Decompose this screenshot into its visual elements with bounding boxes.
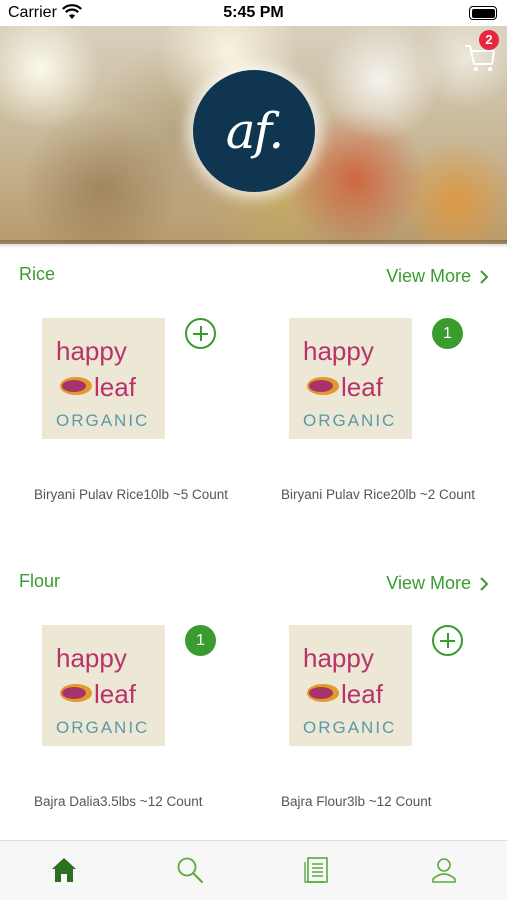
- brand-text: happy: [56, 643, 127, 673]
- brand-text: ORGANIC: [56, 411, 149, 430]
- tab-bar: [0, 840, 507, 900]
- product-image: happy leaf ORGANIC: [289, 625, 412, 746]
- product-image: happy leaf ORGANIC: [42, 625, 165, 746]
- product-name: Bajra Dalia3.5lbs ~12 Count: [34, 794, 203, 809]
- view-more-flour-button[interactable]: View More: [386, 573, 489, 594]
- brand-text: ORGANIC: [303, 718, 396, 737]
- product-card[interactable]: happy leaf ORGANIC Biryani Pulav Rice10l…: [34, 318, 234, 538]
- product-name: Biryani Pulav Rice10lb ~5 Count: [34, 487, 228, 502]
- home-icon[interactable]: [49, 855, 79, 885]
- logo-text: af.: [225, 102, 284, 160]
- view-more-label: View More: [386, 266, 471, 286]
- section-title-rice: Rice: [19, 264, 56, 284]
- view-more-rice-button[interactable]: View More: [386, 266, 489, 287]
- add-to-cart-button[interactable]: [185, 318, 216, 349]
- brand-text: leaf: [341, 372, 384, 402]
- battery-icon: [469, 6, 497, 20]
- section-title-flour: Flour: [19, 571, 61, 591]
- clock: 5:45 PM: [223, 4, 284, 21]
- product-image: happy leaf ORGANIC: [42, 318, 165, 439]
- orders-icon[interactable]: [302, 855, 332, 885]
- brand-text: ORGANIC: [303, 411, 396, 430]
- add-to-cart-button[interactable]: [432, 625, 463, 656]
- quantity-badge[interactable]: 1: [185, 625, 216, 656]
- profile-icon[interactable]: [429, 855, 459, 885]
- brand-text: leaf: [94, 372, 137, 402]
- quantity-badge[interactable]: 1: [432, 318, 463, 349]
- brand-text: happy: [56, 336, 127, 366]
- product-card[interactable]: happy leaf ORGANIC 1 Biryani Pulav Rice2…: [281, 318, 481, 538]
- product-name: Biryani Pulav Rice20lb ~2 Count: [281, 487, 475, 502]
- hero-shadow: [0, 240, 507, 248]
- product-image: happy leaf ORGANIC: [289, 318, 412, 439]
- chevron-right-icon: [480, 269, 489, 284]
- brand-text: ORGANIC: [56, 718, 149, 737]
- search-icon[interactable]: [175, 855, 205, 885]
- app-logo: af.: [193, 70, 315, 192]
- brand-text: happy: [303, 336, 374, 366]
- product-card[interactable]: happy leaf ORGANIC Bajra Flour3lb ~12 Co…: [281, 625, 481, 845]
- product-name: Bajra Flour3lb ~12 Count: [281, 794, 432, 809]
- product-card[interactable]: happy leaf ORGANIC 1 Bajra Dalia3.5lbs ~…: [34, 625, 234, 845]
- chevron-right-icon: [480, 576, 489, 591]
- brand-text: happy: [303, 643, 374, 673]
- brand-text: leaf: [341, 679, 384, 709]
- brand-text: leaf: [94, 679, 137, 709]
- view-more-label: View More: [386, 573, 471, 593]
- cart-count-badge: 2: [479, 30, 499, 50]
- status-bar: Carrier 5:45 PM: [0, 0, 507, 26]
